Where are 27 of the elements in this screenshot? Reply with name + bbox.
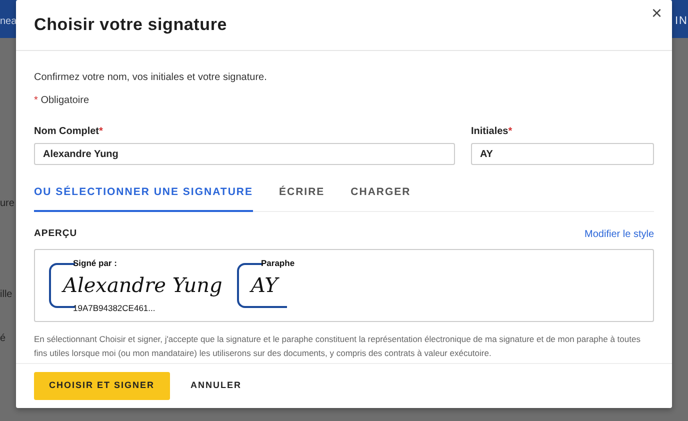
handwritten-initials: AY <box>251 272 278 299</box>
signature-caption: Signé par : <box>73 256 117 270</box>
underline <box>261 306 287 308</box>
background-text: ure <box>0 197 14 211</box>
modify-style-link[interactable]: Modifier le style <box>584 226 654 242</box>
initials-caption: Paraphe <box>261 256 295 270</box>
tab[interactable]: ÉCRIRE <box>278 179 325 212</box>
intro-text: Confirmez votre nom, vos initiales et votre signature. <box>34 71 268 85</box>
tab[interactable]: CHARGER <box>350 179 411 212</box>
preview-title: APERÇU <box>34 227 78 242</box>
field-label: Nom Complet* <box>34 125 104 139</box>
handwritten-signature: Alexandre Yung <box>63 272 222 299</box>
text-field[interactable]: Alexandre Yung <box>34 143 455 165</box>
dialog-title: Choisir votre signature <box>34 14 227 36</box>
text-field[interactable]: AY <box>471 143 654 165</box>
cancel-button[interactable]: ANNULER <box>176 372 257 400</box>
background-text: nea <box>0 15 17 29</box>
signature-code: 19A7B94382CE461... <box>73 302 156 314</box>
background-text: IN <box>675 14 688 29</box>
background-text: ille <box>0 288 12 302</box>
tab[interactable]: OU SÉLECTIONNER UNE SIGNATURE <box>34 179 253 212</box>
background-text: é <box>0 332 6 346</box>
legal-text: En sélectionnant Choisir et signer, j'accepte que la signature et le paraphe constituent la représentation électronique de ma signature et de mon paraphe à toutes fins utiles lorsque moi (ou mon mandataire) les utiliserons sur des documents, y compris des contrats à valeur exécutoire. <box>34 332 642 360</box>
field-label: Initiales* <box>471 125 514 139</box>
choose-sign-button[interactable]: CHOISIR ET SIGNER <box>34 372 170 400</box>
close-button[interactable]: × <box>647 2 666 24</box>
required-note: * Obligatoire <box>34 94 90 108</box>
